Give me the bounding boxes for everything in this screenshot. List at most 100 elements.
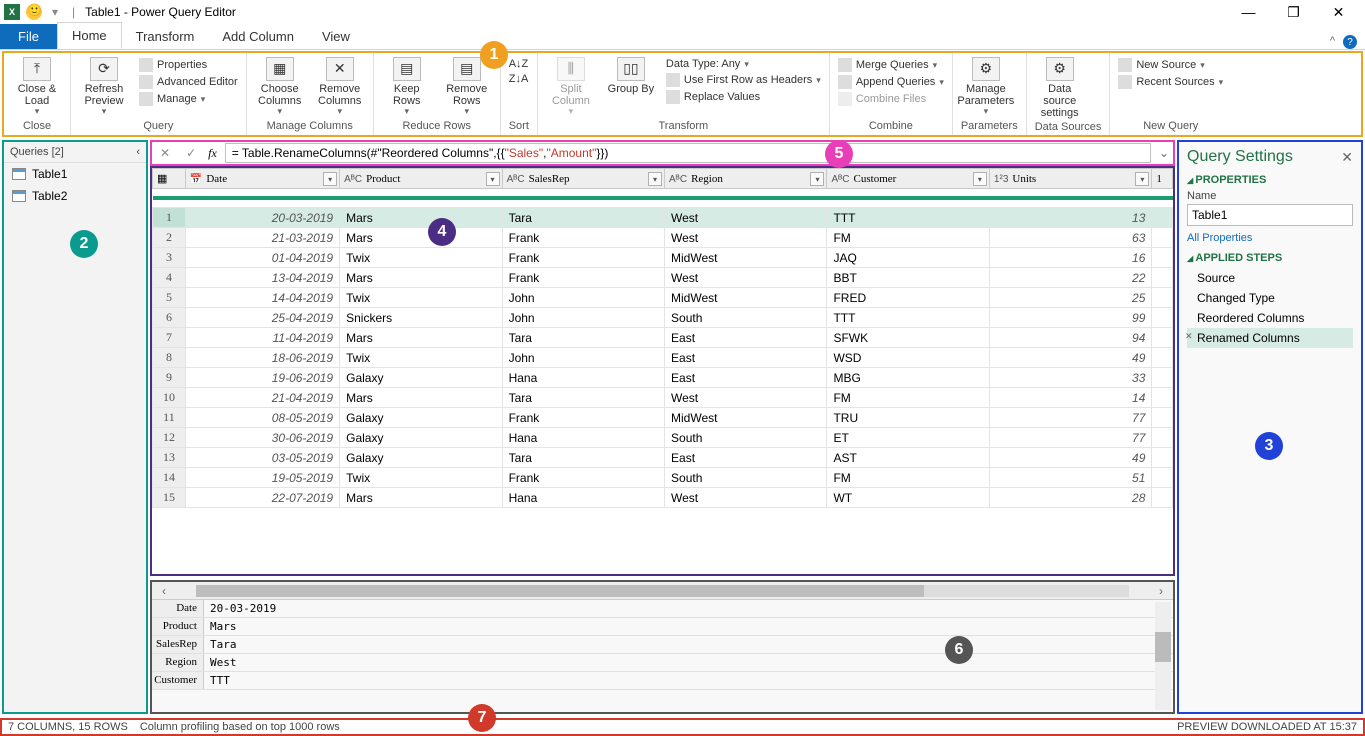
table-row[interactable]: 1230-06-2019GalaxyHanaSouthET77 bbox=[153, 428, 1173, 448]
table-row[interactable]: 1522-07-2019MarsHanaWestWT28 bbox=[153, 488, 1173, 508]
data-type-button[interactable]: Data Type: Any bbox=[666, 57, 821, 71]
preview-row: CustomerTTT bbox=[152, 672, 1173, 690]
recent-sources-button[interactable]: Recent Sources bbox=[1118, 74, 1223, 90]
scroll-left-icon[interactable]: ‹ bbox=[162, 584, 166, 598]
filter-dropdown-icon[interactable]: ▾ bbox=[323, 172, 337, 186]
properties-icon bbox=[139, 58, 153, 72]
enter-formula-icon[interactable]: ✓ bbox=[182, 146, 200, 160]
maximize-button[interactable]: ❐ bbox=[1271, 4, 1316, 21]
append-queries-button[interactable]: Append Queries bbox=[838, 74, 944, 90]
table-row[interactable]: 818-06-2019TwixJohnEastWSD49 bbox=[153, 348, 1173, 368]
column-header[interactable]: 📅Date▾ bbox=[185, 169, 339, 189]
close-settings-icon[interactable]: ✕ bbox=[1341, 149, 1353, 166]
column-header[interactable]: 1²3Units▾ bbox=[989, 169, 1151, 189]
keep-rows-button[interactable]: ▤Keep Rows bbox=[382, 57, 432, 117]
filter-dropdown-icon[interactable]: ▾ bbox=[648, 172, 662, 186]
applied-step[interactable]: Source bbox=[1187, 268, 1353, 288]
table-corner-icon[interactable]: ▦ bbox=[153, 169, 186, 189]
formula-input[interactable]: = Table.RenameColumns(#"Reordered Column… bbox=[225, 143, 1151, 163]
collapse-queries-icon[interactable]: ‹ bbox=[136, 146, 140, 158]
filter-dropdown-icon[interactable]: ▾ bbox=[1135, 172, 1149, 186]
scroll-right-icon[interactable]: › bbox=[1159, 584, 1163, 598]
group-by-icon: ▯▯ bbox=[617, 57, 645, 81]
sort-desc-button[interactable]: Z↓A bbox=[509, 72, 529, 86]
merge-queries-button[interactable]: Merge Queries bbox=[838, 57, 944, 73]
tab-file[interactable]: File bbox=[0, 24, 57, 49]
refresh-preview-button[interactable]: ⟳Refresh Preview bbox=[79, 57, 129, 117]
combine-files-icon bbox=[838, 92, 852, 106]
column-header[interactable]: AᴮCCustomer▾ bbox=[827, 169, 989, 189]
fx-icon[interactable]: fx bbox=[208, 146, 217, 161]
name-label: Name bbox=[1187, 190, 1353, 202]
replace-values-button[interactable]: Replace Values bbox=[666, 89, 821, 105]
column-header[interactable]: AᴮCRegion▾ bbox=[665, 169, 827, 189]
table-row[interactable]: 514-04-2019TwixJohnMidWestFRED25 bbox=[153, 288, 1173, 308]
table-row[interactable]: 711-04-2019MarsTaraEastSFWK94 bbox=[153, 328, 1173, 348]
ribbon-tabs: File Home Transform Add Column View ^? bbox=[0, 24, 1365, 50]
chevron-up-icon[interactable]: ^ bbox=[1330, 35, 1335, 49]
choose-columns-button[interactable]: ▦Choose Columns bbox=[255, 57, 305, 117]
query-item[interactable]: Table2 bbox=[4, 185, 146, 207]
data-source-settings-button[interactable]: ⚙Data source settings bbox=[1035, 57, 1085, 119]
annotation-1: 1 bbox=[480, 41, 508, 69]
queries-pane: Queries [2]‹ Table1Table2 2 bbox=[2, 140, 148, 714]
annotation-3: 3 bbox=[1255, 432, 1283, 460]
table-row[interactable]: 1303-05-2019GalaxyTaraEastAST49 bbox=[153, 448, 1173, 468]
minimize-button[interactable]: — bbox=[1226, 4, 1271, 21]
close-load-button[interactable]: ⤒Close & Load bbox=[12, 57, 62, 117]
group-by-button[interactable]: ▯▯Group By bbox=[606, 57, 656, 95]
table-row[interactable]: 1021-04-2019MarsTaraWestFM14 bbox=[153, 388, 1173, 408]
table-row[interactable]: 1419-05-2019TwixFrankSouthFM51 bbox=[153, 468, 1173, 488]
applied-step[interactable]: Changed Type bbox=[1187, 288, 1353, 308]
queries-header: Queries [2] bbox=[10, 146, 64, 158]
close-window-button[interactable]: ✕ bbox=[1316, 4, 1361, 21]
table-row[interactable]: 413-04-2019MarsFrankWestBBT22 bbox=[153, 268, 1173, 288]
cancel-formula-icon[interactable]: ✕ bbox=[156, 146, 174, 160]
filter-dropdown-icon[interactable]: ▾ bbox=[810, 172, 824, 186]
table-row[interactable]: 1108-05-2019GalaxyFrankMidWestTRU77 bbox=[153, 408, 1173, 428]
applied-step[interactable]: Reordered Columns bbox=[1187, 308, 1353, 328]
all-properties-link[interactable]: All Properties bbox=[1187, 232, 1353, 244]
new-source-button[interactable]: New Source bbox=[1118, 57, 1223, 73]
horizontal-scrollbar[interactable]: ‹ › bbox=[152, 582, 1173, 600]
table-row[interactable]: 301-04-2019TwixFrankMidWestJAQ16 bbox=[153, 248, 1173, 268]
vertical-scrollbar[interactable] bbox=[1155, 602, 1171, 710]
manage-button[interactable]: Manage bbox=[139, 91, 238, 107]
filter-dropdown-icon[interactable]: ▾ bbox=[973, 172, 987, 186]
applied-step[interactable]: Renamed Columns bbox=[1187, 328, 1353, 348]
tab-add-column[interactable]: Add Column bbox=[208, 24, 308, 49]
tab-transform[interactable]: Transform bbox=[122, 24, 209, 49]
annotation-5: 5 bbox=[825, 140, 853, 168]
query-name-input[interactable] bbox=[1187, 204, 1353, 226]
status-profiling: Column profiling based on top 1000 rows bbox=[140, 721, 340, 733]
advanced-editor-button[interactable]: Advanced Editor bbox=[139, 74, 238, 90]
table-icon bbox=[12, 190, 26, 202]
properties-button[interactable]: Properties bbox=[139, 57, 238, 73]
combine-files-button[interactable]: Combine Files bbox=[838, 91, 944, 107]
tab-home[interactable]: Home bbox=[57, 22, 122, 49]
column-header[interactable]: AᴮCSalesRep▾ bbox=[502, 169, 664, 189]
manage-parameters-button[interactable]: ⚙Manage Parameters bbox=[961, 57, 1011, 117]
annotation-6: 6 bbox=[945, 636, 973, 664]
advanced-editor-icon bbox=[139, 75, 153, 89]
table-row[interactable]: 221-03-2019MarsFrankWestFM63 bbox=[153, 228, 1173, 248]
table-row[interactable]: 625-04-2019SnickersJohnSouthTTT99 bbox=[153, 308, 1173, 328]
column-header[interactable]: AᴮCProduct▾ bbox=[340, 169, 502, 189]
remove-columns-button[interactable]: ✕Remove Columns bbox=[315, 57, 365, 117]
tab-view[interactable]: View bbox=[308, 24, 364, 49]
preview-row: ProductMars bbox=[152, 618, 1173, 636]
help-icon[interactable]: ? bbox=[1343, 35, 1357, 49]
filter-dropdown-icon[interactable]: ▾ bbox=[486, 172, 500, 186]
formula-expand-icon[interactable]: ⌄ bbox=[1159, 146, 1169, 160]
split-column-button[interactable]: ⫼Split Column bbox=[546, 57, 596, 117]
recent-sources-icon bbox=[1118, 75, 1132, 89]
type-icon: 📅 bbox=[190, 174, 202, 185]
manage-icon bbox=[139, 92, 153, 106]
sort-asc-button[interactable]: A↓Z bbox=[509, 57, 529, 71]
query-item[interactable]: Table1 bbox=[4, 163, 146, 185]
group-sort: Sort bbox=[509, 118, 529, 135]
first-row-headers-button[interactable]: Use First Row as Headers bbox=[666, 72, 821, 88]
table-row[interactable]: 120-03-2019MarsTaraWestTTT13 bbox=[153, 208, 1173, 228]
table-row[interactable]: 919-06-2019GalaxyHanaEastMBG33 bbox=[153, 368, 1173, 388]
remove-rows-button[interactable]: ▤Remove Rows bbox=[442, 57, 492, 117]
